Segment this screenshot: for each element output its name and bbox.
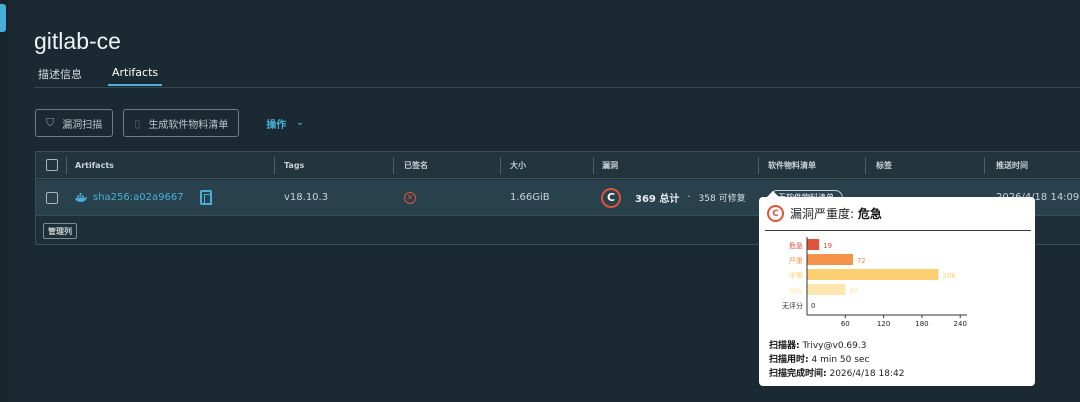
duration-value: 4 min 50 sec [811, 355, 870, 365]
column-divider [500, 157, 501, 174]
column-divider [66, 157, 67, 174]
generate-sbom-label: 生成软件物料清单 [148, 119, 229, 131]
page-title: gitlab-ce [34, 28, 121, 54]
select-all-checkbox[interactable] [46, 159, 58, 171]
column-divider [274, 157, 275, 174]
column-header-size[interactable]: 大小 [510, 152, 526, 178]
scanner-line: 扫描器: Trivy@v0.69.3 [769, 338, 866, 351]
critical-severity-icon: C [601, 187, 621, 208]
popover-divider [765, 230, 1031, 231]
column-divider [865, 157, 866, 174]
chart-value-label: 72 [857, 257, 866, 265]
chart-value-label: 0 [811, 302, 815, 310]
column-header-signed[interactable]: 已签名 [404, 152, 428, 178]
chart-category-label: 中等 [789, 271, 803, 280]
column-header-push-time[interactable]: 推送时间 [996, 152, 1028, 178]
vulnerability-separator: · [687, 192, 691, 203]
chart-value-label: 19 [823, 242, 832, 250]
chart-tick-label: 240 [954, 320, 967, 328]
table-header: Artifacts Tags 已签名 大小 漏洞 软件物料清单 标签 推送时间 [36, 152, 1080, 179]
copy-icon[interactable] [199, 190, 212, 205]
column-divider [758, 157, 759, 174]
chart-bar [807, 239, 820, 250]
vulnerability-popover: C 漏洞严重度: 危急 危急 19 严重 72 中等 206 较低 60 无评分 0 60 120 1… [759, 191, 1035, 386]
actions-label: 操作 [266, 119, 287, 131]
unsigned-x-icon: ✕ [404, 191, 416, 204]
row-select-cell [46, 180, 58, 215]
popover-header: C 漏洞严重度: 危急 [767, 205, 882, 222]
chart-bar [807, 254, 853, 265]
select-all-cell [46, 152, 58, 178]
duration-label: 扫描用时: [769, 355, 809, 365]
chart-category-label: 无评分 [782, 301, 803, 310]
column-header-artifacts[interactable]: Artifacts [75, 152, 114, 178]
generate-sbom-button[interactable]: ▯ 生成软件物料清单 [123, 109, 240, 137]
chart-category-label: 较低 [789, 286, 803, 295]
signed-cell: ✕ [404, 180, 416, 215]
column-header-labels[interactable]: 标签 [876, 152, 892, 178]
vulnerability-cell[interactable]: C 369 总计 · 358 可修复 [601, 180, 746, 215]
chart-tick-label: 60 [841, 320, 850, 328]
tab-artifacts[interactable]: Artifacts [108, 66, 163, 86]
column-divider [984, 157, 985, 174]
column-header-tags[interactable]: Tags [284, 152, 304, 178]
column-header-vulnerabilities[interactable]: 漏洞 [602, 152, 618, 178]
scan-button-label: 漏洞扫描 [62, 119, 103, 131]
critical-severity-icon: C [767, 205, 784, 222]
vulnerability-total: 369 总计 [635, 194, 680, 205]
chart-category-label: 危急 [789, 241, 803, 250]
chart-tick-label: 120 [877, 320, 890, 328]
document-icon: ▯ [134, 116, 141, 130]
vulnerability-fixable: 358 可修复 [698, 194, 746, 204]
nav-active-marker [0, 4, 6, 32]
popover-title-value: 危急 [857, 207, 882, 221]
docker-icon [75, 192, 87, 202]
manage-columns-button[interactable]: 管理列 [43, 223, 77, 239]
scan-button[interactable]: ⛉ 漏洞扫描 [35, 109, 114, 137]
chart-value-label: 60 [849, 287, 858, 295]
chart-bar [807, 284, 846, 295]
column-divider [593, 157, 594, 174]
scanner-label: 扫描器: [769, 341, 800, 351]
column-divider [393, 157, 394, 174]
size-cell: 1.66GiB [510, 192, 550, 203]
chart-tick-label: 180 [915, 320, 928, 328]
column-header-sbom[interactable]: 软件物料清单 [768, 152, 816, 178]
shield-icon: ⛉ [46, 116, 55, 129]
popover-title: 漏洞严重度: 危急 [790, 205, 882, 222]
toolbar: ⛉ 漏洞扫描 ▯ 生成软件物料清单 操作 ⌄ [35, 109, 304, 137]
artifact-cell: sha256:a02a9667 [74, 180, 212, 215]
scanner-value: Trivy@v0.69.3 [802, 341, 867, 351]
completed-line: 扫描完成时间: 2026/4/18 18:42 [769, 366, 904, 379]
tab-info[interactable]: 描述信息 [34, 66, 86, 86]
completed-value: 2026/4/18 18:42 [829, 369, 905, 379]
duration-line: 扫描用时: 4 min 50 sec [769, 352, 869, 365]
tag-cell: v18.10.3 [284, 192, 329, 203]
chart-bar [807, 269, 939, 280]
tab-bar: 描述信息 Artifacts [34, 66, 184, 86]
popover-title-prefix: 漏洞严重度: [790, 207, 858, 221]
left-nav-rail [0, 0, 8, 402]
row-checkbox[interactable] [46, 191, 58, 204]
tab-divider [34, 87, 1080, 88]
chevron-down-icon: ⌄ [296, 118, 304, 128]
popover-arrow [767, 191, 779, 197]
actions-dropdown[interactable]: 操作 ⌄ [266, 116, 304, 131]
severity-histogram: 危急 19 严重 72 中等 206 较低 60 无评分 0 60 120 180 240 [782, 237, 967, 328]
artifact-digest-link[interactable]: sha256:a02a9667 [93, 192, 184, 203]
chart-category-label: 严重 [789, 257, 803, 265]
completed-label: 扫描完成时间: [769, 369, 827, 379]
chart-value-label: 206 [943, 272, 957, 280]
